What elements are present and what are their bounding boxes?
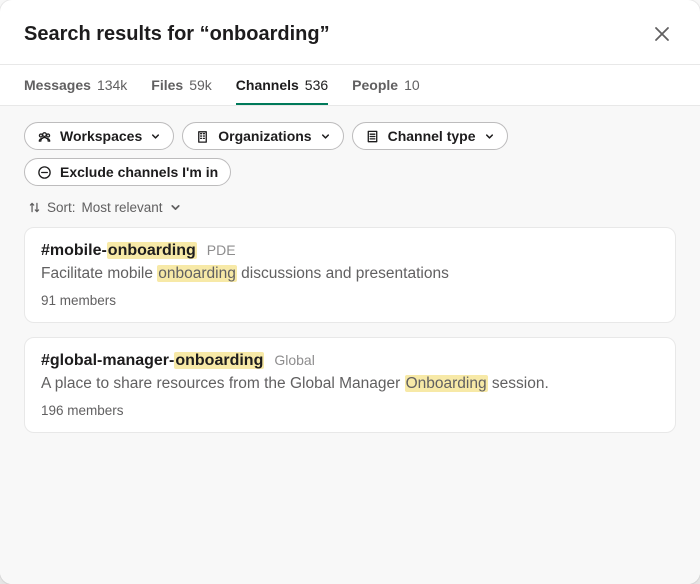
sort-selector[interactable]: Sort: Most relevant [28, 200, 676, 215]
modal-header: Search results for “onboarding” [0, 0, 700, 64]
tab-label: People [352, 77, 398, 93]
highlight: onboarding [157, 265, 237, 282]
tab-count: 10 [404, 77, 420, 93]
chevron-down-icon [150, 131, 161, 142]
filter-organizations[interactable]: Organizations [182, 122, 343, 150]
tabs: Messages 134k Files 59k Channels 536 People 10 [0, 65, 700, 106]
channel-name: #global-manager-onboarding [41, 352, 264, 370]
filter-label: Workspaces [60, 128, 142, 144]
tab-count: 59k [189, 77, 212, 93]
highlight: Onboarding [405, 375, 488, 392]
sort-value: Most relevant [82, 200, 163, 215]
sort-icon [28, 201, 41, 214]
result-title-row: #mobile-onboarding PDE [41, 242, 659, 260]
tab-files[interactable]: Files 59k [151, 65, 211, 105]
results-list: #mobile-onboarding PDE Facilitate mobile o… [24, 227, 676, 433]
building-icon [195, 129, 210, 144]
title-query: “onboarding” [200, 23, 330, 45]
chevron-down-icon [320, 131, 331, 142]
list-icon [365, 129, 380, 144]
close-icon [652, 24, 672, 44]
channel-org: Global [274, 352, 314, 368]
filter-label: Organizations [218, 128, 311, 144]
tab-people[interactable]: People 10 [352, 65, 419, 105]
workspaces-icon [37, 129, 52, 144]
tab-channels[interactable]: Channels 536 [236, 65, 328, 105]
filter-channel_type[interactable]: Channel type [352, 122, 508, 150]
channel-members: 196 members [41, 403, 659, 418]
channel-members: 91 members [41, 293, 659, 308]
chevron-down-icon [484, 131, 495, 142]
channel-description: A place to share resources from the Glob… [41, 374, 659, 395]
filter-exclude_mine[interactable]: Exclude channels I'm in [24, 158, 231, 186]
filter-label: Channel type [388, 128, 476, 144]
tab-messages[interactable]: Messages 134k [24, 65, 127, 105]
highlight: onboarding [107, 242, 197, 259]
chevron-down-icon [169, 201, 182, 214]
results-body: Workspaces Organizations Channel type Exclu… [0, 106, 700, 584]
tab-count: 134k [97, 77, 127, 93]
channel-description: Facilitate mobile onboarding discussions… [41, 264, 659, 285]
tab-label: Files [151, 77, 183, 93]
tab-label: Channels [236, 77, 299, 93]
close-button[interactable] [648, 20, 676, 48]
page-title: Search results for “onboarding” [24, 23, 330, 46]
sort-prefix: Sort: [47, 200, 76, 215]
highlight: onboarding [174, 352, 264, 369]
search-results-modal: Search results for “onboarding” Messages… [0, 0, 700, 584]
title-prefix: Search results for [24, 23, 200, 45]
channel-result[interactable]: #mobile-onboarding PDE Facilitate mobile o… [24, 227, 676, 323]
channel-result[interactable]: #global-manager-onboarding Global A place … [24, 337, 676, 433]
result-title-row: #global-manager-onboarding Global [41, 352, 659, 370]
channel-org: PDE [207, 242, 236, 258]
tab-label: Messages [24, 77, 91, 93]
minus-circle-icon [37, 165, 52, 180]
channel-name: #mobile-onboarding [41, 242, 197, 260]
filter-workspaces[interactable]: Workspaces [24, 122, 174, 150]
tab-count: 536 [305, 77, 328, 93]
filters-row: Workspaces Organizations Channel type Exclu… [24, 122, 676, 186]
filter-label: Exclude channels I'm in [60, 164, 218, 180]
